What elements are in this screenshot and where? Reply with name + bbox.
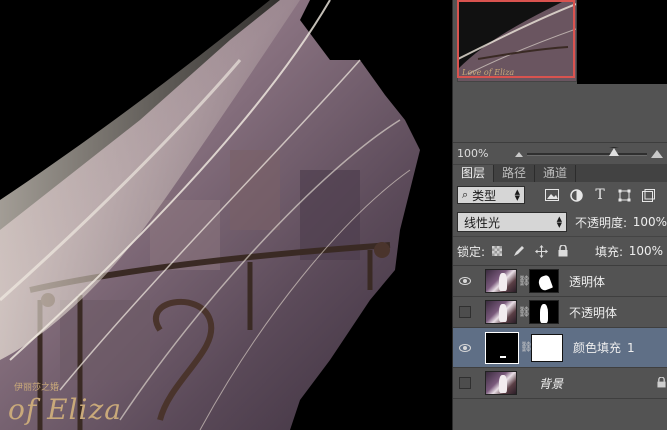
lock-pixels-icon[interactable] — [511, 243, 527, 259]
eye-icon — [459, 277, 471, 285]
visibility-toggle[interactable] — [453, 343, 477, 352]
image-filter-icon[interactable] — [543, 186, 561, 204]
zoom-out-mountain-icon[interactable] — [515, 151, 523, 157]
search-icon: ⌕ — [462, 188, 469, 201]
lock-position-icon[interactable] — [533, 243, 549, 259]
layer-filter-row: ⌕ 类型 ▲ ▼ T — [453, 182, 667, 208]
canvas-artwork — [0, 0, 420, 430]
right-panels: Love of Eliza 100% 图层 路径 通道 ⌕ 类型 ▲ ▼ T 线… — [452, 0, 667, 430]
hidden-box-icon — [459, 377, 471, 389]
chain-link-icon[interactable]: ⛓ — [520, 342, 533, 353]
blend-mode-value: 线性光 — [464, 215, 501, 230]
layer-row[interactable]: ⛓ 透明体 — [453, 266, 667, 297]
shape-filter-icon[interactable] — [615, 186, 633, 204]
layer-name: 不透明体 — [569, 305, 618, 320]
filter-kind-select[interactable]: ⌕ 类型 ▲ ▼ — [457, 186, 525, 204]
document-canvas[interactable]: 伊丽莎之婚 of Eliza — [0, 0, 452, 430]
layer-thumbnail — [485, 371, 517, 395]
lock-transparent-icon[interactable] — [489, 243, 505, 259]
opacity-input[interactable]: 100% — [631, 212, 667, 232]
tab-channels[interactable]: 通道 — [535, 165, 577, 182]
layer-name: 颜色填充 1 — [573, 339, 635, 356]
zoom-slider[interactable] — [527, 147, 647, 161]
filter-icons: T — [543, 186, 657, 204]
navigator-thumbnail[interactable]: Love of Eliza — [457, 0, 577, 82]
layer-row[interactable]: ⛓ 不透明体 — [453, 297, 667, 328]
hidden-box-icon — [459, 306, 471, 318]
zoom-slider-handle[interactable] — [609, 147, 619, 156]
canvas-caption: 伊丽莎之婚 of Eliza — [8, 380, 122, 426]
layer-name: 透明体 — [569, 274, 606, 289]
blend-row: 线性光 ▲ ▼ 不透明度: 100% — [453, 208, 667, 237]
layer-mask-thumbnail[interactable] — [531, 333, 563, 362]
panel-tabs: 图层 路径 通道 — [453, 164, 667, 182]
layer-mask-thumbnail[interactable] — [529, 300, 559, 324]
opacity-label: 不透明度: — [575, 215, 628, 230]
adjustment-filter-icon[interactable] — [567, 186, 585, 204]
select-arrows-icon: ▲ ▼ — [556, 215, 562, 229]
navigator-zoom-row: 100% — [453, 142, 667, 165]
fill-label: 填充: — [595, 244, 624, 259]
layer-mask-thumbnail[interactable] — [529, 269, 559, 293]
type-filter-icon[interactable]: T — [591, 186, 609, 204]
fill-layer-thumbnail — [485, 331, 519, 364]
lock-label: 锁定: — [457, 244, 486, 259]
tab-layers[interactable]: 图层 — [453, 165, 495, 182]
layer-row[interactable]: 背景 — [453, 368, 667, 399]
chain-link-icon[interactable]: ⛓ — [518, 307, 531, 318]
layer-name: 背景 — [539, 376, 564, 391]
layer-thumbnail — [485, 300, 517, 324]
layer-row-selected[interactable]: ⛓ 颜色填充 1 — [453, 328, 667, 368]
eye-icon — [459, 343, 471, 352]
layer-name-text: 颜色填充 — [573, 341, 622, 355]
blend-mode-select[interactable]: 线性光 ▲ ▼ — [457, 212, 567, 232]
layer-thumbnail — [485, 269, 517, 293]
zoom-in-mountain-icon[interactable] — [651, 150, 663, 158]
zoom-slider-track — [527, 153, 647, 156]
lock-row: 锁定: 填充: 100% — [453, 237, 667, 266]
navigator-empty-area — [577, 0, 667, 84]
tab-paths[interactable]: 路径 — [494, 165, 536, 182]
visibility-toggle[interactable] — [453, 377, 477, 389]
visibility-toggle[interactable] — [453, 277, 477, 285]
lock-icons — [489, 243, 571, 259]
fill-input[interactable]: 100% — [627, 241, 664, 261]
navigator-caption: Love of Eliza — [462, 68, 515, 77]
chain-link-icon[interactable]: ⛓ — [518, 276, 531, 287]
layer-name-index: 1 — [627, 341, 635, 355]
lock-icon — [657, 376, 666, 391]
smart-object-filter-icon[interactable] — [639, 186, 657, 204]
caption-chinese: 伊丽莎之婚 — [14, 383, 60, 393]
caption-english: of Eliza — [8, 393, 122, 426]
filter-kind-value: 类型 — [472, 188, 497, 203]
navigator-panel: Love of Eliza — [453, 0, 667, 142]
lock-all-icon[interactable] — [555, 243, 571, 259]
zoom-input[interactable]: 100% — [455, 145, 505, 163]
layers-list: ⛓ 透明体 ⛓ 不透明体 ⛓ 颜色填充 1 背景 — [453, 266, 667, 399]
visibility-toggle[interactable] — [453, 306, 477, 318]
select-arrows-icon: ▲ ▼ — [514, 188, 520, 202]
